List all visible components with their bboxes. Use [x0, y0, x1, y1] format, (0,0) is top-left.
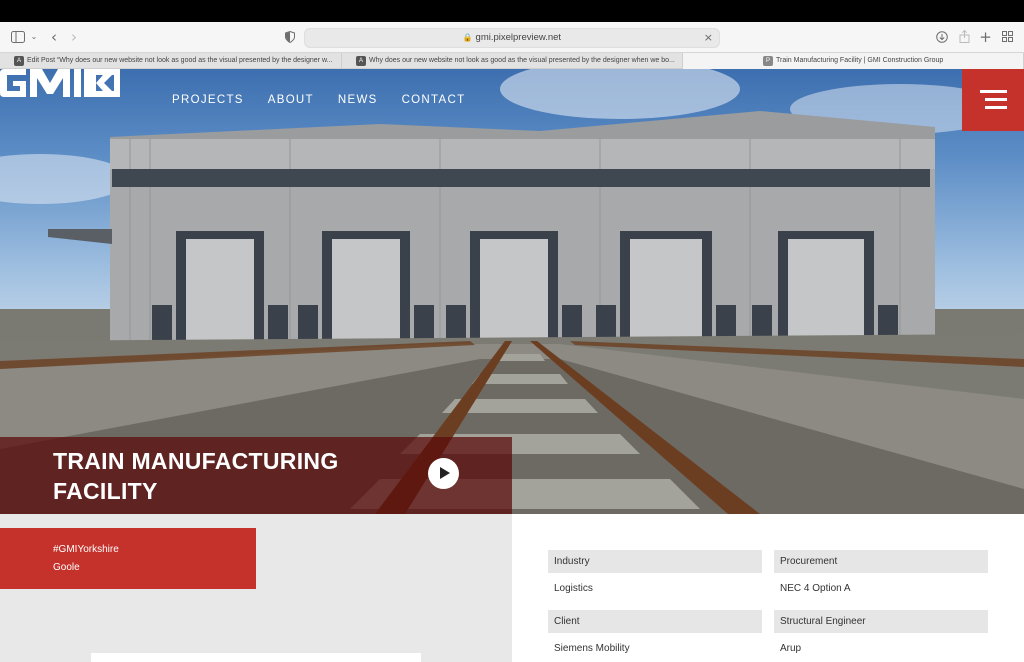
url-display: 🔒 gmi.pixelpreview.net	[305, 32, 719, 43]
project-info-panel: Industry Logistics Procurement NEC 4 Opt…	[512, 514, 1024, 662]
page-icon: P	[763, 56, 773, 66]
tag-box: #GMIYorkshire Goole	[0, 528, 256, 589]
tab-train-facility[interactable]: P Train Manufacturing Facility | GMI Con…	[683, 53, 1024, 69]
play-video-button[interactable]	[428, 458, 459, 489]
tab-label: Train Manufacturing Facility | GMI Const…	[776, 57, 944, 64]
nav-about[interactable]: ABOUT	[268, 94, 314, 106]
tab-strip: A Edit Post “Why does our new website no…	[0, 53, 1024, 69]
info-label-industry: Industry	[548, 550, 762, 573]
info-label-procurement: Procurement	[774, 550, 988, 573]
hashtag[interactable]: #GMIYorkshire	[53, 544, 119, 555]
location: Goole	[53, 562, 80, 573]
menu-line-icon	[985, 106, 1007, 109]
url-text: gmi.pixelpreview.net	[475, 32, 562, 43]
tab-why-does[interactable]: A Why does our new website not look as g…	[342, 53, 683, 69]
hero-section: PROJECTS ABOUT NEWS CONTACT TRAIN MANUFA…	[0, 69, 1024, 514]
tabs-grid-icon[interactable]	[1001, 28, 1014, 46]
page-title: TRAIN MANUFACTURING FACILITY	[53, 446, 339, 506]
address-bar[interactable]: 🔒 gmi.pixelpreview.net ×	[304, 28, 720, 48]
info-value-structural-engineer: Arup	[780, 643, 802, 654]
nav-contact[interactable]: CONTACT	[402, 94, 466, 106]
wordpress-icon: A	[356, 56, 366, 66]
menu-line-icon	[985, 98, 1007, 101]
hamburger-menu-button[interactable]	[962, 69, 1024, 131]
nav-news[interactable]: NEWS	[338, 94, 378, 106]
lock-icon: 🔒	[462, 33, 473, 42]
sidebar-icon[interactable]	[11, 28, 25, 46]
close-icon[interactable]: ×	[704, 31, 713, 44]
info-value-procurement: NEC 4 Option A	[780, 583, 851, 594]
page-title-line: FACILITY	[53, 478, 158, 504]
chevron-down-icon[interactable]: ⌄	[29, 28, 39, 46]
gmi-logo[interactable]	[0, 69, 120, 97]
shield-icon[interactable]	[284, 28, 296, 46]
wordpress-icon: A	[14, 56, 24, 66]
browser-toolbar: ⌄ ‹ › 🔒 gmi.pixelpreview.net × +	[0, 22, 1024, 53]
info-value-industry: Logistics	[554, 583, 593, 594]
content-card	[91, 653, 421, 662]
menu-line-icon	[980, 90, 1007, 93]
plus-icon[interactable]: +	[979, 28, 992, 46]
download-icon[interactable]	[935, 28, 948, 46]
main-nav: PROJECTS ABOUT NEWS CONTACT	[172, 94, 465, 106]
page-title-line: TRAIN MANUFACTURING	[53, 448, 339, 474]
share-icon[interactable]	[958, 28, 970, 46]
tab-label: Why does our new website not look as goo…	[369, 57, 675, 64]
info-label-client: Client	[548, 610, 762, 633]
tab-label: Edit Post “Why does our new website not …	[27, 57, 333, 64]
nav-projects[interactable]: PROJECTS	[172, 94, 244, 106]
back-icon[interactable]: ‹	[48, 28, 60, 46]
info-label-structural-engineer: Structural Engineer	[774, 610, 988, 633]
forward-icon[interactable]: ›	[68, 28, 80, 46]
screen-top-bar	[0, 0, 1024, 22]
info-value-client: Siemens Mobility	[554, 643, 630, 654]
tab-edit-post[interactable]: A Edit Post “Why does our new website no…	[0, 53, 342, 69]
